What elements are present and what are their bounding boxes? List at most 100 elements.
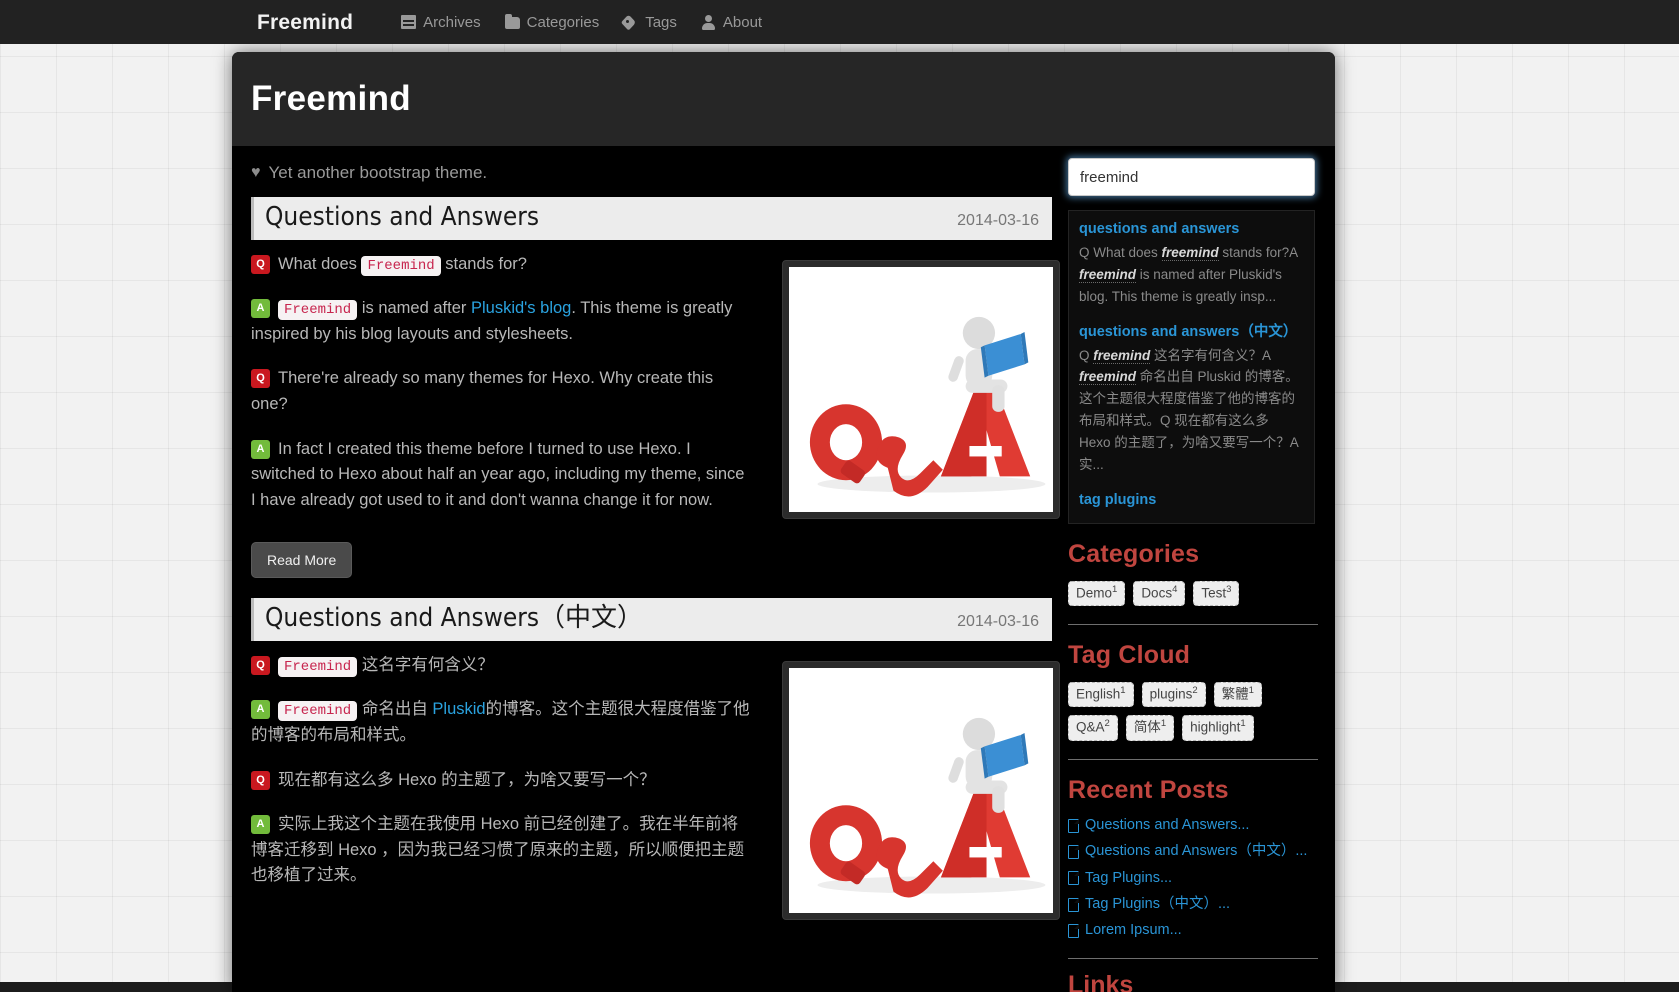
nav-item-categories[interactable]: Categories: [493, 8, 612, 37]
tag-count: 1: [1248, 685, 1254, 697]
post-thumbnail[interactable]: [782, 259, 1060, 519]
q1-post: 这名字有何含义？: [361, 655, 494, 674]
site-subtitle: ♥ Yet another bootstrap theme.: [251, 146, 1052, 197]
nav-item-about[interactable]: About: [689, 8, 774, 37]
tag-label: plugins: [1149, 686, 1193, 702]
user-icon: [701, 15, 716, 30]
search-result-snippet: Q freemind 这名字有何含义？A freemind 命名出自 Plusk…: [1079, 347, 1299, 472]
qa-illustration-icon: [789, 272, 1053, 506]
tag-label: English: [1076, 686, 1121, 702]
recent-posts-heading: Recent Posts: [1068, 775, 1229, 804]
tag-label: 繁體: [1221, 686, 1249, 702]
tag-chip[interactable]: English1: [1068, 682, 1134, 708]
document-icon: [1068, 924, 1079, 939]
question-badge: Q: [251, 770, 270, 790]
document-icon: [1068, 818, 1079, 833]
search-results-panel: questions and answers Q What does freemi…: [1068, 210, 1315, 524]
nav-label-about: About: [722, 13, 763, 31]
post-date: 2014-03-16: [957, 613, 1039, 631]
post-title[interactable]: Questions and Answers: [265, 201, 539, 234]
tag-count: 1: [1240, 718, 1246, 730]
a1-mid: 命名出自: [361, 700, 428, 719]
a1-mid: is named after: [361, 299, 467, 318]
archive-icon: [401, 15, 417, 29]
recent-post-item[interactable]: Questions and Answers（中文）...: [1068, 843, 1335, 860]
document-icon: [1068, 871, 1079, 886]
question-badge: Q: [251, 369, 270, 389]
nav-item-archives[interactable]: Archives: [389, 8, 493, 37]
nav-label-tags: Tags: [645, 13, 677, 31]
tag-chip[interactable]: Q&A2: [1068, 715, 1118, 741]
content-column: ♥ Yet another bootstrap theme. Questions…: [232, 146, 1060, 992]
recent-post-label: Tag Plugins（中文）...: [1085, 895, 1231, 912]
tag-chip[interactable]: highlight1: [1182, 715, 1254, 741]
tag-cloud-list: English1 plugins2 繁體1 Q&A2 简体1 highlight…: [1068, 682, 1318, 741]
tag-chip[interactable]: plugins2: [1141, 682, 1206, 708]
tag-label: 简体: [1133, 719, 1161, 735]
category-chip[interactable]: Demo1: [1068, 580, 1126, 607]
post-body: Q What does Freemind stands for? A Freemin…: [251, 252, 1060, 593]
qa-answer: A Freemind 命名出自 Pluskid的博客。这个主题很大程度借鉴了他的博…: [251, 697, 751, 748]
search-widget: [1068, 146, 1335, 204]
search-result-snippet: Q What does freemind stands for?A freemi…: [1079, 245, 1298, 304]
q2-text: There're already so many themes for Hexo…: [251, 369, 714, 413]
tag-count: 1: [1120, 685, 1126, 697]
category-chip[interactable]: Docs4: [1133, 580, 1186, 607]
site-title: Freemind: [251, 79, 411, 118]
tag-count: 1: [1160, 718, 1167, 730]
recent-post-item[interactable]: Lorem Ipsum...: [1068, 922, 1335, 939]
search-result-title[interactable]: tag plugins: [1079, 490, 1304, 511]
category-count: 1: [1112, 583, 1118, 595]
post-date: 2014-03-16: [957, 212, 1039, 229]
search-result-title[interactable]: questions and answers: [1079, 219, 1304, 240]
answer-badge: A: [251, 815, 270, 835]
qa-answer: A 实际上我这个主题在我使用 Hexo 前已经创建了。我在半年前将博客迁移到 He…: [251, 812, 751, 889]
categories-heading: Categories: [1068, 539, 1200, 568]
post-header: Questions and Answers（中文） 2014-03-16: [251, 598, 1052, 641]
post-body: Q Freemind 这名字有何含义？ A Freemind 命名出自 Pluski…: [251, 653, 1060, 920]
tag-icon: [623, 15, 638, 29]
q2-text: 现在都有这么多 Hexo 的主题了，为啥又要写一个？: [278, 770, 656, 789]
recent-post-item[interactable]: Questions and Answers...: [1068, 817, 1335, 834]
nav-item-tags[interactable]: Tags: [611, 8, 689, 37]
site-container: Freemind ♥ Yet another bootstrap theme. …: [232, 52, 1335, 992]
tag-chip[interactable]: 简体1: [1125, 715, 1175, 741]
category-chip[interactable]: Test3: [1193, 580, 1240, 607]
answer-badge: A: [251, 439, 270, 459]
read-more-button[interactable]: Read More: [251, 542, 353, 579]
a2-text: In fact I created this theme before I tu…: [251, 439, 745, 509]
qa-question: Q There're already so many themes for Hex…: [251, 366, 751, 417]
question-badge: Q: [251, 655, 270, 675]
q1-code: Freemind: [361, 255, 441, 276]
sidebar-divider: [1068, 758, 1318, 760]
category-count: 3: [1226, 583, 1232, 595]
category-label: Test: [1201, 585, 1227, 601]
tag-count: 2: [1192, 685, 1198, 697]
post-title[interactable]: Questions and Answers（中文）: [265, 602, 643, 635]
links-heading: Links: [1068, 970, 1134, 992]
navbar-brand[interactable]: Freemind: [249, 8, 361, 37]
qa-answer: A Freemind is named after Pluskid's blog.…: [251, 296, 751, 347]
search-input[interactable]: [1068, 158, 1315, 196]
q1-pre: What does: [278, 254, 357, 273]
tag-label: Q&A: [1076, 719, 1105, 735]
body-row: ♥ Yet another bootstrap theme. Questions…: [232, 146, 1335, 992]
pluskid-link[interactable]: Pluskid: [432, 700, 485, 718]
pluskid-blog-link[interactable]: Pluskid's blog: [471, 299, 571, 317]
site-subtitle-text: Yet another bootstrap theme.: [268, 163, 488, 182]
recent-post-item[interactable]: Tag Plugins（中文）...: [1068, 896, 1335, 913]
nav-label-archives: Archives: [423, 13, 481, 31]
post-item: Questions and Answers（中文） 2014-03-16 Q F…: [251, 598, 1060, 920]
recent-post-item[interactable]: Tag Plugins...: [1068, 870, 1335, 887]
search-result-title[interactable]: questions and answers（中文）: [1079, 322, 1304, 343]
post-thumbnail[interactable]: [782, 660, 1060, 920]
qa-question: Q 现在都有这么多 Hexo 的主题了，为啥又要写一个？: [251, 768, 751, 794]
qa-illustration-icon: [789, 673, 1053, 907]
document-icon: [1068, 897, 1079, 912]
recent-post-label: Questions and Answers（中文）...: [1085, 843, 1308, 860]
sidebar-divider: [1068, 624, 1318, 626]
tag-chip[interactable]: 繁體1: [1213, 682, 1262, 708]
q1-post: stands for?: [445, 254, 527, 273]
answer-badge: A: [251, 700, 270, 720]
qa-question: Q What does Freemind stands for?: [251, 252, 751, 278]
